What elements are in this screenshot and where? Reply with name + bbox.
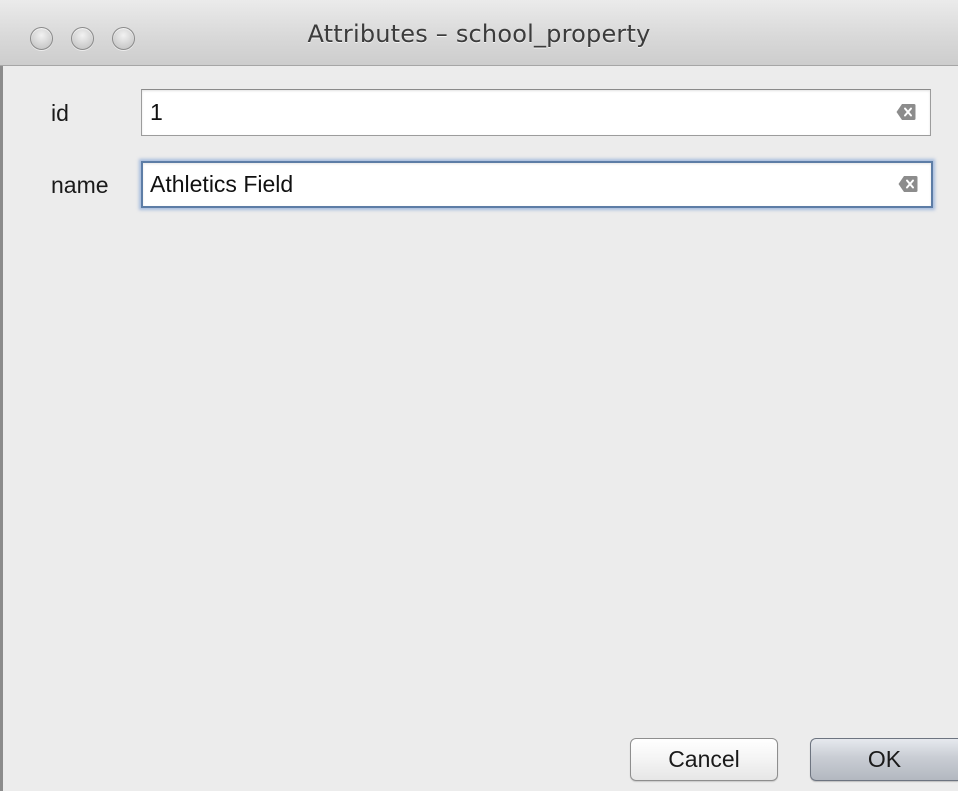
- id-field[interactable]: 1: [141, 89, 931, 136]
- id-field-label: id: [51, 100, 69, 126]
- cancel-button[interactable]: Cancel: [630, 738, 778, 781]
- window-left-border: [0, 66, 3, 791]
- clear-id-icon[interactable]: [896, 103, 916, 121]
- name-field[interactable]: Athletics Field: [141, 161, 933, 208]
- clear-name-icon[interactable]: [898, 175, 918, 193]
- window-title: Attributes – school_property: [307, 20, 651, 48]
- attributes-dialog: Attributes – school_property id 1 name A…: [0, 0, 958, 791]
- title-bar[interactable]: Attributes – school_property: [0, 0, 958, 66]
- name-field-label: name: [51, 172, 109, 198]
- ok-button[interactable]: OK: [810, 738, 958, 781]
- id-field-value: 1: [150, 99, 163, 125]
- name-field-value: Athletics Field: [150, 171, 294, 197]
